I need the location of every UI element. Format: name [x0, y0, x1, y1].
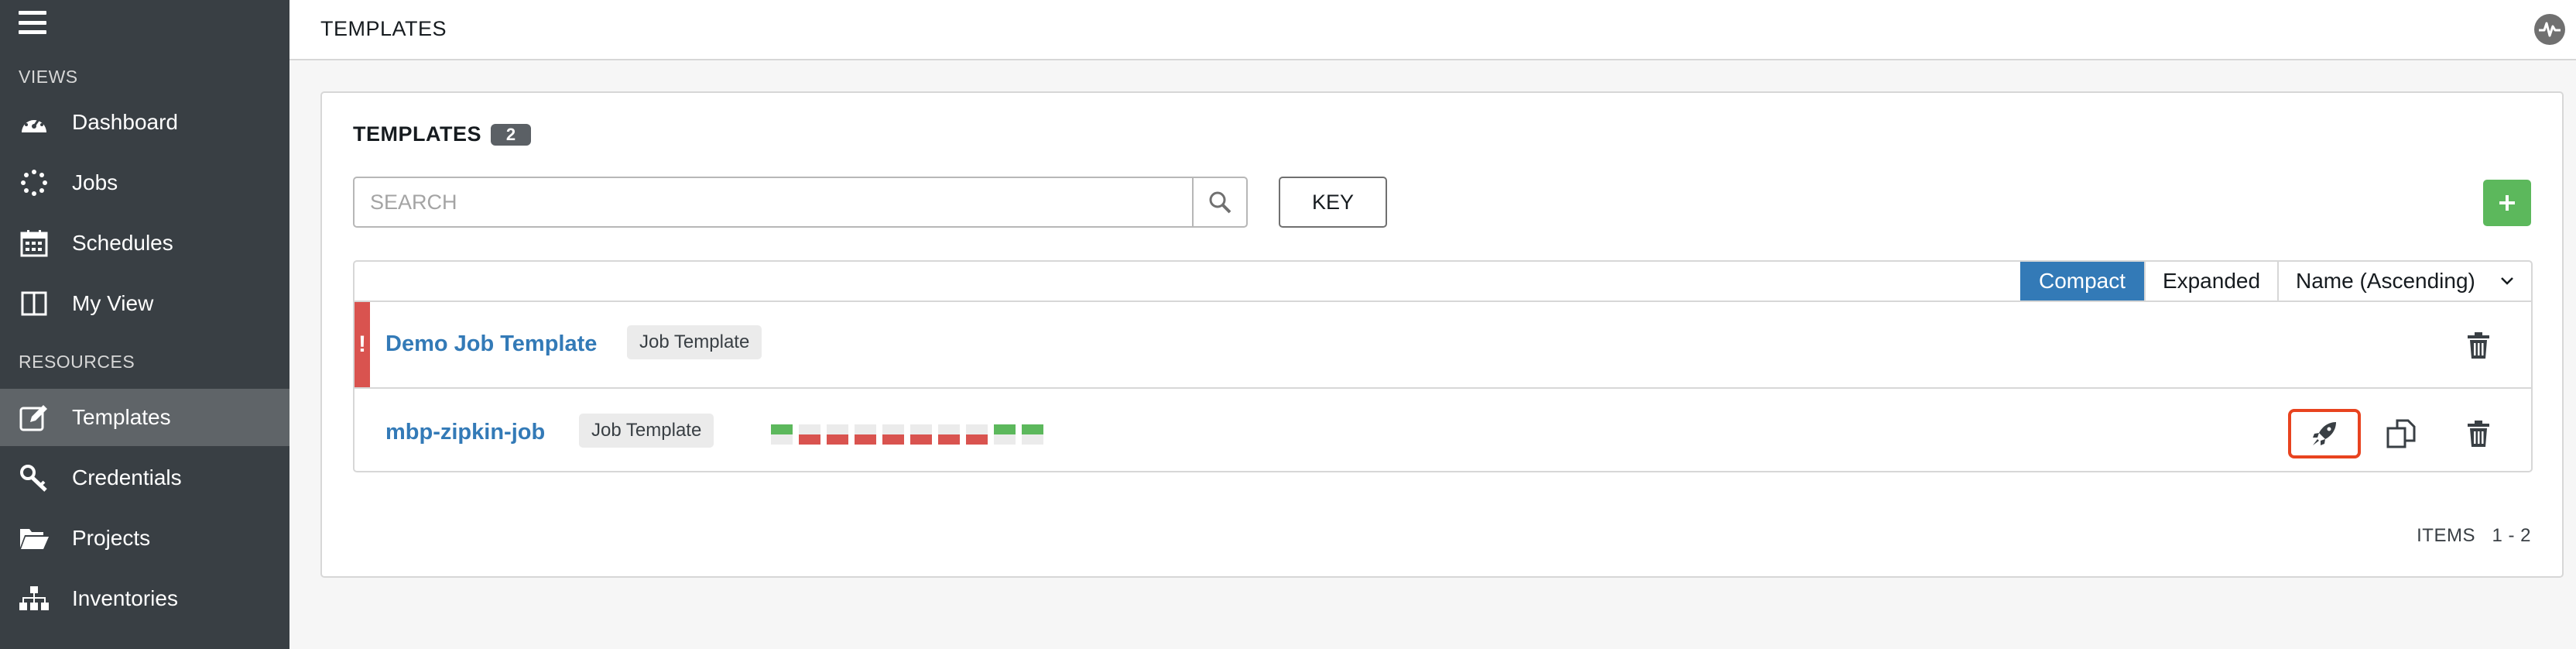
job-status-failed[interactable]	[910, 424, 932, 445]
dashboard-icon	[19, 107, 50, 138]
sidebar-item-label: Jobs	[72, 170, 118, 194]
compact-view-button[interactable]: Compact	[2020, 262, 2144, 300]
key-button[interactable]: KEY	[1279, 177, 1387, 228]
job-status-successful[interactable]	[1022, 424, 1043, 445]
copy-button[interactable]	[2379, 412, 2423, 455]
delete-button[interactable]	[2457, 324, 2500, 367]
sidebar: VIEWS Dashboard Jobs Schedules My View R…	[0, 0, 289, 649]
search-input[interactable]	[355, 178, 1192, 226]
templates-list: Compact Expanded Name (Ascending) ! Demo…	[353, 260, 2533, 472]
view-toggle: Compact Expanded Name (Ascending)	[2020, 262, 2531, 300]
alert-indicator: !	[355, 302, 370, 387]
sidebar-item-schedules[interactable]: Schedules	[0, 215, 289, 272]
sidebar-item-credentials[interactable]: Credentials	[0, 449, 289, 506]
sidebar-item-my-view[interactable]: My View	[0, 275, 289, 332]
sidebar-item-label: Dashboard	[72, 110, 178, 134]
sidebar-item-inventories[interactable]: Inventories	[0, 570, 289, 627]
rocket-icon	[2313, 422, 2336, 445]
breadcrumb: TEMPLATES	[320, 17, 447, 40]
copy-icon	[2386, 419, 2416, 448]
sitemap-icon	[19, 583, 50, 614]
job-status-successful[interactable]	[771, 424, 793, 445]
sort-dropdown[interactable]: Name (Ascending)	[2277, 262, 2531, 300]
panel-title: TEMPLATES	[353, 122, 481, 146]
exclamation-icon: !	[358, 331, 366, 357]
sidebar-item-templates[interactable]: Templates	[0, 389, 289, 446]
sidebar-item-label: Inventories	[72, 586, 178, 610]
job-status-failed[interactable]	[882, 424, 904, 445]
sidebar-item-label: Schedules	[72, 231, 173, 255]
key-icon	[19, 462, 50, 493]
calendar-icon	[19, 228, 50, 259]
template-type-badge: Job Template	[579, 414, 714, 448]
resources-section-label: RESOURCES	[19, 352, 135, 372]
job-status-failed[interactable]	[799, 424, 820, 445]
folder-icon	[19, 523, 50, 554]
table-row: mbp-zipkin-job Job Template	[355, 390, 2531, 477]
sidebar-item-label: My View	[72, 291, 154, 315]
jobs-spinner-icon	[19, 167, 50, 198]
trash-icon	[2468, 421, 2489, 447]
items-count: ITEMS 1 - 2	[2417, 525, 2531, 547]
table-row: ! Demo Job Template Job Template	[355, 302, 2531, 389]
chevron-down-icon	[2501, 277, 2513, 285]
top-bar: TEMPLATES	[289, 0, 2576, 60]
job-status-sparkline	[771, 424, 1043, 445]
add-template-button[interactable]	[2483, 180, 2531, 226]
launch-button[interactable]	[2288, 409, 2361, 458]
list-toolbar: Compact Expanded Name (Ascending)	[355, 262, 2531, 302]
trash-icon	[2468, 332, 2489, 359]
search-box	[353, 177, 1248, 228]
columns-icon	[19, 288, 50, 319]
template-name-link[interactable]: mbp-zipkin-job	[385, 420, 545, 445]
sidebar-item-label: Projects	[72, 526, 151, 550]
count-badge: 2	[491, 124, 531, 146]
template-name-link[interactable]: Demo Job Template	[385, 331, 597, 357]
job-status-failed[interactable]	[966, 424, 988, 445]
job-status-failed[interactable]	[938, 424, 960, 445]
job-status-successful[interactable]	[994, 424, 1016, 445]
items-label: ITEMS	[2417, 525, 2475, 546]
activity-stream-icon[interactable]	[2534, 14, 2565, 45]
edit-icon	[19, 402, 50, 433]
sidebar-item-label: Credentials	[72, 465, 182, 489]
items-range: 1 - 2	[2492, 525, 2531, 546]
templates-panel: TEMPLATES 2 KEY Compact Expanded Name (A…	[320, 91, 2564, 578]
job-status-failed[interactable]	[855, 424, 876, 445]
sidebar-item-dashboard[interactable]: Dashboard	[0, 94, 289, 151]
sidebar-item-jobs[interactable]: Jobs	[0, 154, 289, 211]
sidebar-item-projects[interactable]: Projects	[0, 510, 289, 567]
job-status-failed[interactable]	[827, 424, 848, 445]
delete-button[interactable]	[2457, 412, 2500, 455]
hamburger-menu-icon[interactable]	[19, 11, 46, 34]
expanded-view-button[interactable]: Expanded	[2144, 262, 2277, 300]
search-icon	[1209, 191, 1231, 214]
search-button[interactable]	[1192, 178, 1246, 226]
sort-label: Name (Ascending)	[2296, 269, 2475, 293]
plus-icon	[2499, 195, 2515, 211]
template-type-badge: Job Template	[627, 325, 762, 359]
sidebar-item-label: Templates	[72, 405, 171, 429]
views-section-label: VIEWS	[19, 67, 78, 87]
